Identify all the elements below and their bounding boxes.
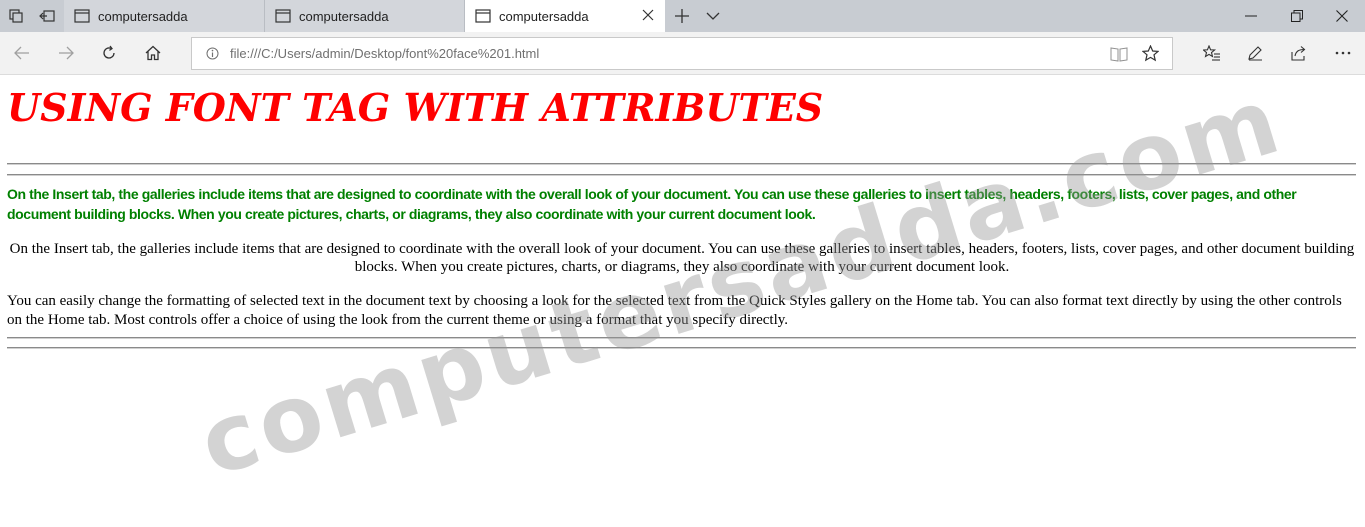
reading-view-icon[interactable] bbox=[1110, 46, 1128, 67]
set-aside-tabs-button[interactable] bbox=[0, 0, 32, 32]
tab-2[interactable]: computersadda bbox=[265, 0, 465, 32]
refresh-button[interactable] bbox=[93, 38, 125, 68]
favorites-hub-button[interactable] bbox=[1196, 38, 1228, 68]
share-icon bbox=[1290, 46, 1305, 61]
tab-strip: computersadda computersadda computersadd… bbox=[0, 0, 1365, 32]
forward-button[interactable] bbox=[50, 38, 82, 68]
info-icon[interactable] bbox=[206, 47, 219, 65]
refresh-icon bbox=[103, 45, 115, 59]
page-icon bbox=[475, 9, 491, 23]
pen-icon bbox=[1248, 46, 1262, 61]
address-url: file:///C:/Users/admin/Desktop/font%20fa… bbox=[230, 46, 540, 61]
share-button[interactable] bbox=[1282, 38, 1314, 68]
navigation-toolbar: file:///C:/Users/admin/Desktop/font%20fa… bbox=[0, 32, 1365, 75]
more-icon bbox=[1335, 51, 1351, 55]
page-heading: USING FONT TAG WITH ATTRIBUTES bbox=[7, 85, 824, 130]
tab-label: computersadda bbox=[499, 8, 589, 24]
plus-icon bbox=[675, 9, 689, 23]
chevron-down-icon bbox=[706, 12, 720, 20]
add-notes-button[interactable] bbox=[1239, 38, 1271, 68]
restore-icon bbox=[1291, 10, 1303, 22]
back-button[interactable] bbox=[6, 38, 38, 68]
tabs-aside-icon bbox=[9, 9, 23, 23]
minimize-icon bbox=[1245, 15, 1257, 17]
page-icon bbox=[275, 9, 291, 23]
back-arrow-icon bbox=[14, 46, 29, 60]
tab-label: computersadda bbox=[98, 8, 188, 24]
page-icon bbox=[74, 9, 90, 23]
forward-arrow-icon bbox=[59, 46, 74, 60]
favorite-star-icon[interactable] bbox=[1141, 44, 1160, 67]
horizontal-rule bbox=[7, 347, 1356, 349]
tab-3-active[interactable]: computersadda bbox=[465, 0, 665, 32]
home-icon bbox=[145, 45, 161, 61]
close-tab-icon[interactable] bbox=[641, 8, 655, 25]
close-icon bbox=[1336, 10, 1348, 22]
left-paragraph: You can easily change the formatting of … bbox=[7, 293, 1342, 328]
home-button[interactable] bbox=[137, 38, 169, 68]
tab-preview-button[interactable] bbox=[697, 0, 729, 32]
page-content: USING FONT TAG WITH ATTRIBUTES On the In… bbox=[0, 75, 1365, 527]
minimize-button[interactable] bbox=[1228, 0, 1274, 32]
horizontal-rule bbox=[7, 163, 1356, 165]
address-bar[interactable]: file:///C:/Users/admin/Desktop/font%20fa… bbox=[191, 37, 1173, 70]
tab-1[interactable]: computersadda bbox=[64, 0, 265, 32]
show-set-aside-tabs-button[interactable] bbox=[31, 0, 63, 32]
close-window-button[interactable] bbox=[1319, 0, 1365, 32]
horizontal-rule bbox=[7, 174, 1356, 176]
restore-tabs-icon bbox=[39, 10, 55, 22]
restore-button[interactable] bbox=[1274, 0, 1320, 32]
favorites-list-icon bbox=[1203, 45, 1220, 61]
settings-more-button[interactable] bbox=[1327, 38, 1359, 68]
horizontal-rule bbox=[7, 337, 1356, 339]
new-tab-button[interactable] bbox=[666, 0, 698, 32]
centered-paragraph: On the Insert tab, the galleries include… bbox=[9, 241, 1355, 275]
tab-label: computersadda bbox=[299, 8, 389, 24]
green-paragraph: On the Insert tab, the galleries include… bbox=[7, 186, 1297, 222]
